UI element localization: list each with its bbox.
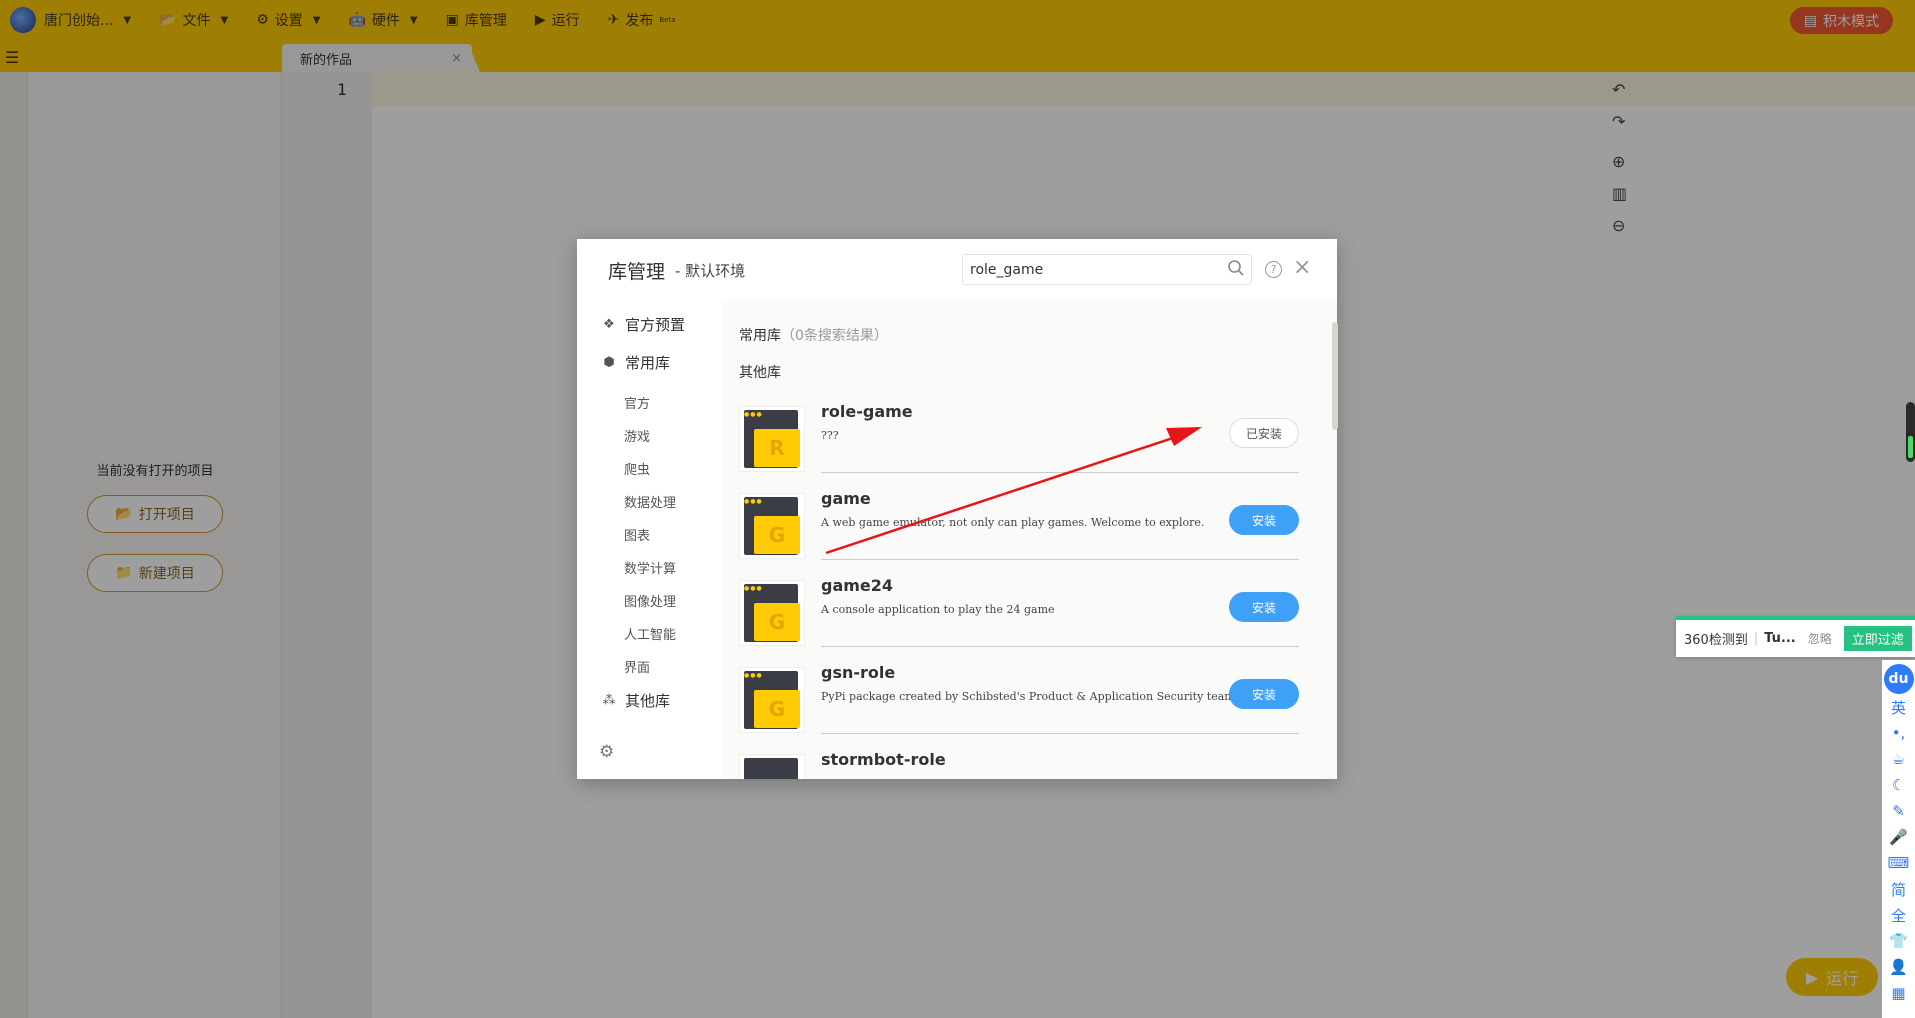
filter-now-button[interactable]: 立即过滤: [1843, 626, 1912, 651]
notice-text: 360检测到: [1684, 633, 1748, 648]
ime-pen-icon[interactable]: ✎: [1882, 798, 1915, 824]
library-list: 常用库（0条搜索结果） 其他库 ●●● R role-game ??? 已安装 ●…: [722, 300, 1337, 779]
package-name: game24: [821, 576, 894, 595]
ime-grid-icon[interactable]: ▦: [1882, 980, 1915, 1006]
dialog-title: 库管理: [608, 261, 666, 283]
dialog-scrollbar[interactable]: [1332, 322, 1338, 430]
package-description: A web game emulator, not only can play g…: [821, 516, 1205, 529]
ime-keyboard-icon[interactable]: ⌨: [1882, 850, 1915, 876]
package-name: gsn-role: [821, 663, 896, 682]
sidebar-subitem-math[interactable]: 数学计算: [624, 558, 676, 577]
nodes-icon: ⁂: [602, 692, 616, 708]
package-name: role-game: [821, 402, 913, 421]
ime-toolbar: du 英 •, ☕ ☾ ✎ 🎤 ⌨ 简 全 👕 👤 ▦: [1882, 660, 1915, 1018]
package-thumbnail: ●●● G: [739, 493, 805, 559]
ime-cup-icon[interactable]: ☕: [1882, 746, 1915, 772]
sidebar-item-other-libs[interactable]: ⁂ 其他库: [601, 690, 671, 711]
sidebar-item-official-preset[interactable]: ❖ 官方预置: [601, 314, 685, 335]
package-thumbnail: [739, 754, 805, 779]
ime-moon-icon[interactable]: ☾: [1882, 772, 1915, 798]
diamond-icon: ❖: [603, 316, 615, 332]
install-button[interactable]: 安装: [1229, 592, 1299, 622]
ime-simplified-toggle[interactable]: 简: [1882, 876, 1915, 902]
ime-mic-icon[interactable]: 🎤: [1882, 824, 1915, 850]
dialog-subtitle: - 默认环境: [675, 262, 746, 280]
sidebar-subitem-data[interactable]: 数据处理: [624, 492, 676, 511]
section-common-libs: 常用库（0条搜索结果）: [739, 325, 888, 345]
close-icon[interactable]: ×: [1293, 255, 1311, 280]
installed-button[interactable]: 已安装: [1229, 418, 1299, 448]
ignore-button[interactable]: 忽略: [1808, 630, 1832, 647]
ime-punct-icon[interactable]: •,: [1882, 720, 1915, 746]
section-title: 常用库: [739, 328, 781, 344]
sidebar-subitem-official[interactable]: 官方: [624, 393, 650, 412]
sidebar-item-label: 其他库: [625, 692, 671, 710]
list-item: ●●● G game24 A console application to pla…: [739, 576, 1299, 667]
list-item: stormbot-role: [739, 750, 1299, 779]
result-count: （0条搜索结果）: [781, 328, 888, 344]
package-thumbnail: ●●● G: [739, 667, 805, 733]
list-item: ●●● G game A web game emulator, not only …: [739, 489, 1299, 580]
ime-fullwidth-toggle[interactable]: 全: [1882, 902, 1915, 928]
package-name: stormbot-role: [821, 750, 946, 769]
sidebar-subitem-charts[interactable]: 图表: [624, 525, 650, 544]
install-button[interactable]: 安装: [1229, 505, 1299, 535]
search-icon[interactable]: [1227, 259, 1245, 277]
install-button[interactable]: 安装: [1229, 679, 1299, 709]
ime-logo-icon[interactable]: du: [1883, 664, 1914, 694]
notice-subject: Tu...: [1764, 631, 1796, 646]
dialog-sidebar: ❖ 官方预置 ⬢ 常用库 官方 游戏 爬虫 数据处理 图表 数学计算 图像处理 人工…: [577, 300, 722, 779]
sidebar-subitem-ai[interactable]: 人工智能: [624, 624, 676, 643]
package-description: PyPi package created by Schibsted's Prod…: [821, 690, 1239, 703]
package-name: game: [821, 489, 871, 508]
help-icon[interactable]: ?: [1265, 261, 1282, 278]
sidebar-item-label: 官方预置: [625, 316, 686, 334]
ime-skin-icon[interactable]: 👕: [1882, 928, 1915, 954]
package-thumbnail: ●●● G: [739, 580, 805, 646]
list-item: ●●● G gsn-role PyPi package created by Sc…: [739, 663, 1299, 754]
dialog-header: 库管理 - 默认环境 ? ×: [577, 239, 1337, 300]
ime-user-icon[interactable]: 👤: [1882, 954, 1915, 980]
sidebar-subitem-games[interactable]: 游戏: [624, 426, 650, 445]
package-description: A console application to play the 24 gam…: [821, 603, 1055, 616]
sidebar-subitem-crawler[interactable]: 爬虫: [624, 459, 650, 478]
sidebar-item-label: 常用库: [625, 354, 671, 372]
cube-icon: ⬢: [603, 354, 615, 370]
package-thumbnail: ●●● R: [739, 406, 805, 472]
library-search-input[interactable]: [962, 254, 1252, 285]
side-gauge: [1906, 402, 1915, 462]
gear-icon[interactable]: ⚙: [599, 742, 614, 762]
sidebar-subitem-image[interactable]: 图像处理: [624, 591, 676, 610]
section-other-libs: 其他库: [739, 365, 781, 381]
package-description: ???: [821, 429, 839, 442]
sidebar-subitem-ui[interactable]: 界面: [624, 657, 650, 676]
security-notice: 360检测到 | Tu... 忽略 立即过滤: [1676, 616, 1915, 657]
sidebar-item-common-libs[interactable]: ⬢ 常用库: [601, 352, 670, 373]
list-item: ●●● R role-game ??? 已安装: [739, 402, 1299, 493]
library-manager-dialog: 库管理 - 默认环境 ? × ❖ 官方预置 ⬢ 常用库 官方 游戏 爬虫 数据处理 …: [577, 239, 1337, 779]
ime-lang-toggle[interactable]: 英: [1882, 694, 1915, 720]
